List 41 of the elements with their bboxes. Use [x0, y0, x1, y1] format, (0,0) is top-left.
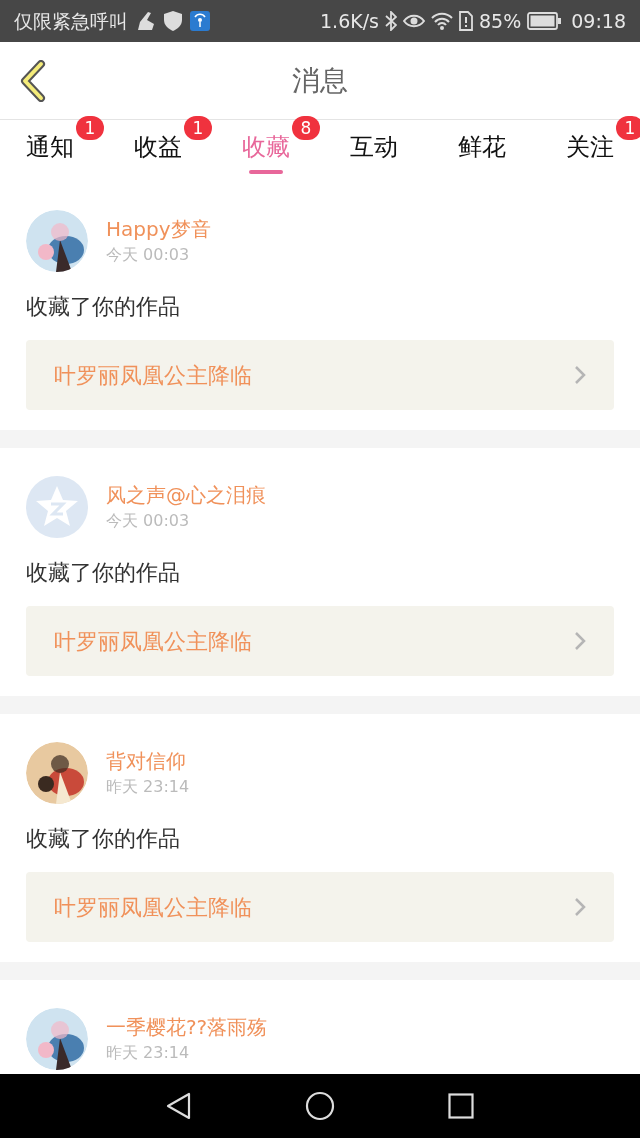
- hotspot-icon: [190, 11, 210, 31]
- tab[interactable]: 互动: [350, 120, 398, 182]
- count-badge: 1: [616, 116, 640, 140]
- carrier-text: 仅限紧急呼叫: [14, 8, 128, 34]
- network-speed: 1.6K/s: [320, 8, 379, 34]
- shield-icon: [164, 11, 182, 31]
- default-avatar-icon: [26, 476, 88, 538]
- count-badge: 8: [292, 116, 320, 140]
- user-name[interactable]: Happy梦音: [106, 215, 211, 243]
- message-text: 收藏了你的作品: [26, 559, 181, 587]
- bluetooth-icon: [385, 11, 397, 31]
- broom-icon: [136, 12, 156, 30]
- page-title: 消息: [292, 62, 348, 99]
- back-icon: [19, 60, 47, 102]
- user-name[interactable]: 风之声@心之泪痕: [106, 481, 266, 509]
- battery-icon: [527, 12, 562, 30]
- recent-apps-icon[interactable]: [447, 1093, 474, 1119]
- count-badge: 1: [184, 116, 212, 140]
- work-link[interactable]: 叶罗丽凤凰公主降临: [26, 340, 614, 410]
- chevron-right-icon: [574, 631, 586, 651]
- count-badge: 1: [76, 116, 104, 140]
- tab[interactable]: 鲜花: [458, 120, 506, 182]
- chevron-right-icon: [574, 897, 586, 917]
- message-time: 今天 00:03: [106, 510, 191, 532]
- clock: 09:18: [571, 8, 626, 34]
- work-link[interactable]: 叶罗丽凤凰公主降临: [26, 872, 614, 942]
- wifi-icon: [431, 12, 453, 30]
- message-time: 昨天 23:14: [106, 1042, 191, 1064]
- sim-alert-icon: [459, 11, 473, 31]
- chevron-right-icon: [574, 365, 586, 385]
- home-icon[interactable]: [305, 1091, 335, 1121]
- back-nav-icon[interactable]: [166, 1092, 193, 1120]
- user-name[interactable]: 背对信仰: [106, 747, 190, 775]
- eye-icon: [403, 13, 425, 29]
- message-text: 收藏了你的作品: [26, 825, 181, 853]
- battery-percent: 85%: [479, 8, 522, 34]
- message-time: 昨天 23:14: [106, 776, 190, 798]
- message-time: 今天 00:03: [106, 244, 191, 266]
- work-link[interactable]: 叶罗丽凤凰公主降临: [26, 606, 614, 676]
- message-text: 收藏了你的作品: [26, 293, 181, 321]
- user-name[interactable]: 一季樱花??落雨殇: [106, 1013, 268, 1041]
